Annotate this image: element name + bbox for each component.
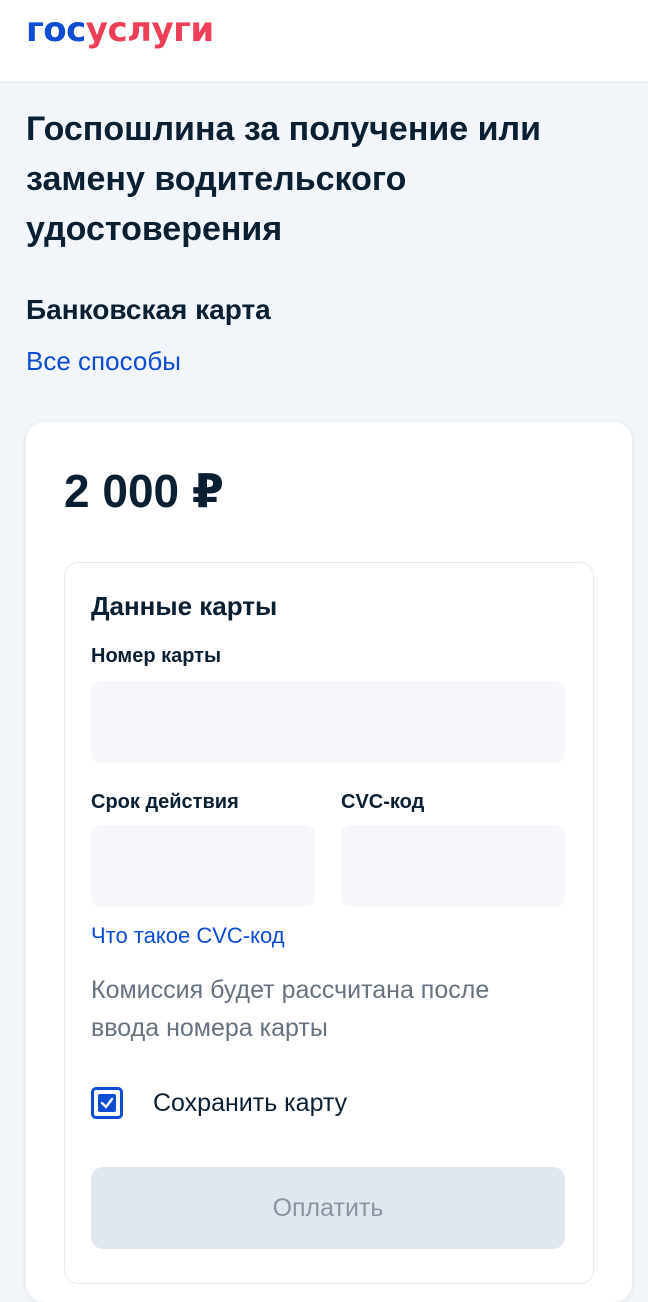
payment-card: 2 000 ₽ Данные карты Номер карты Срок де… (26, 422, 632, 1302)
logo-part-uslugi: услуги (85, 10, 214, 50)
save-card-label: Сохранить карту (153, 1089, 348, 1117)
card-data-form: Данные карты Номер карты Срок действия C… (64, 562, 594, 1284)
pay-button[interactable]: Оплатить (91, 1167, 565, 1249)
save-card-option[interactable]: Сохранить карту (91, 1085, 491, 1125)
page-title: Госпошлина за получение или замену водит… (26, 110, 542, 248)
cvc-help-link[interactable]: Что такое CVC-код (91, 923, 285, 949)
expiry-input[interactable] (91, 825, 315, 907)
card-number-input[interactable] (91, 681, 565, 763)
app-header: госуслуги (0, 0, 648, 83)
cvc-input[interactable] (341, 825, 565, 907)
all-payment-methods-link[interactable]: Все способы (26, 346, 181, 377)
card-data-title: Данные карты (91, 591, 278, 621)
checkmark-icon (100, 1097, 114, 1109)
payment-amount: 2 000 ₽ (64, 465, 224, 517)
cvc-label: CVC-код (341, 791, 425, 813)
card-number-label: Номер карты (91, 645, 222, 667)
commission-note: Комиссия будет рассчитана после ввода но… (91, 976, 490, 1042)
save-card-checkbox[interactable] (91, 1087, 123, 1119)
expiry-label: Срок действия (91, 791, 239, 813)
logo-part-gos: гос (26, 10, 86, 50)
payment-method-title: Банковская карта (26, 294, 271, 325)
gosuslugi-logo[interactable]: госуслуги (26, 10, 214, 50)
